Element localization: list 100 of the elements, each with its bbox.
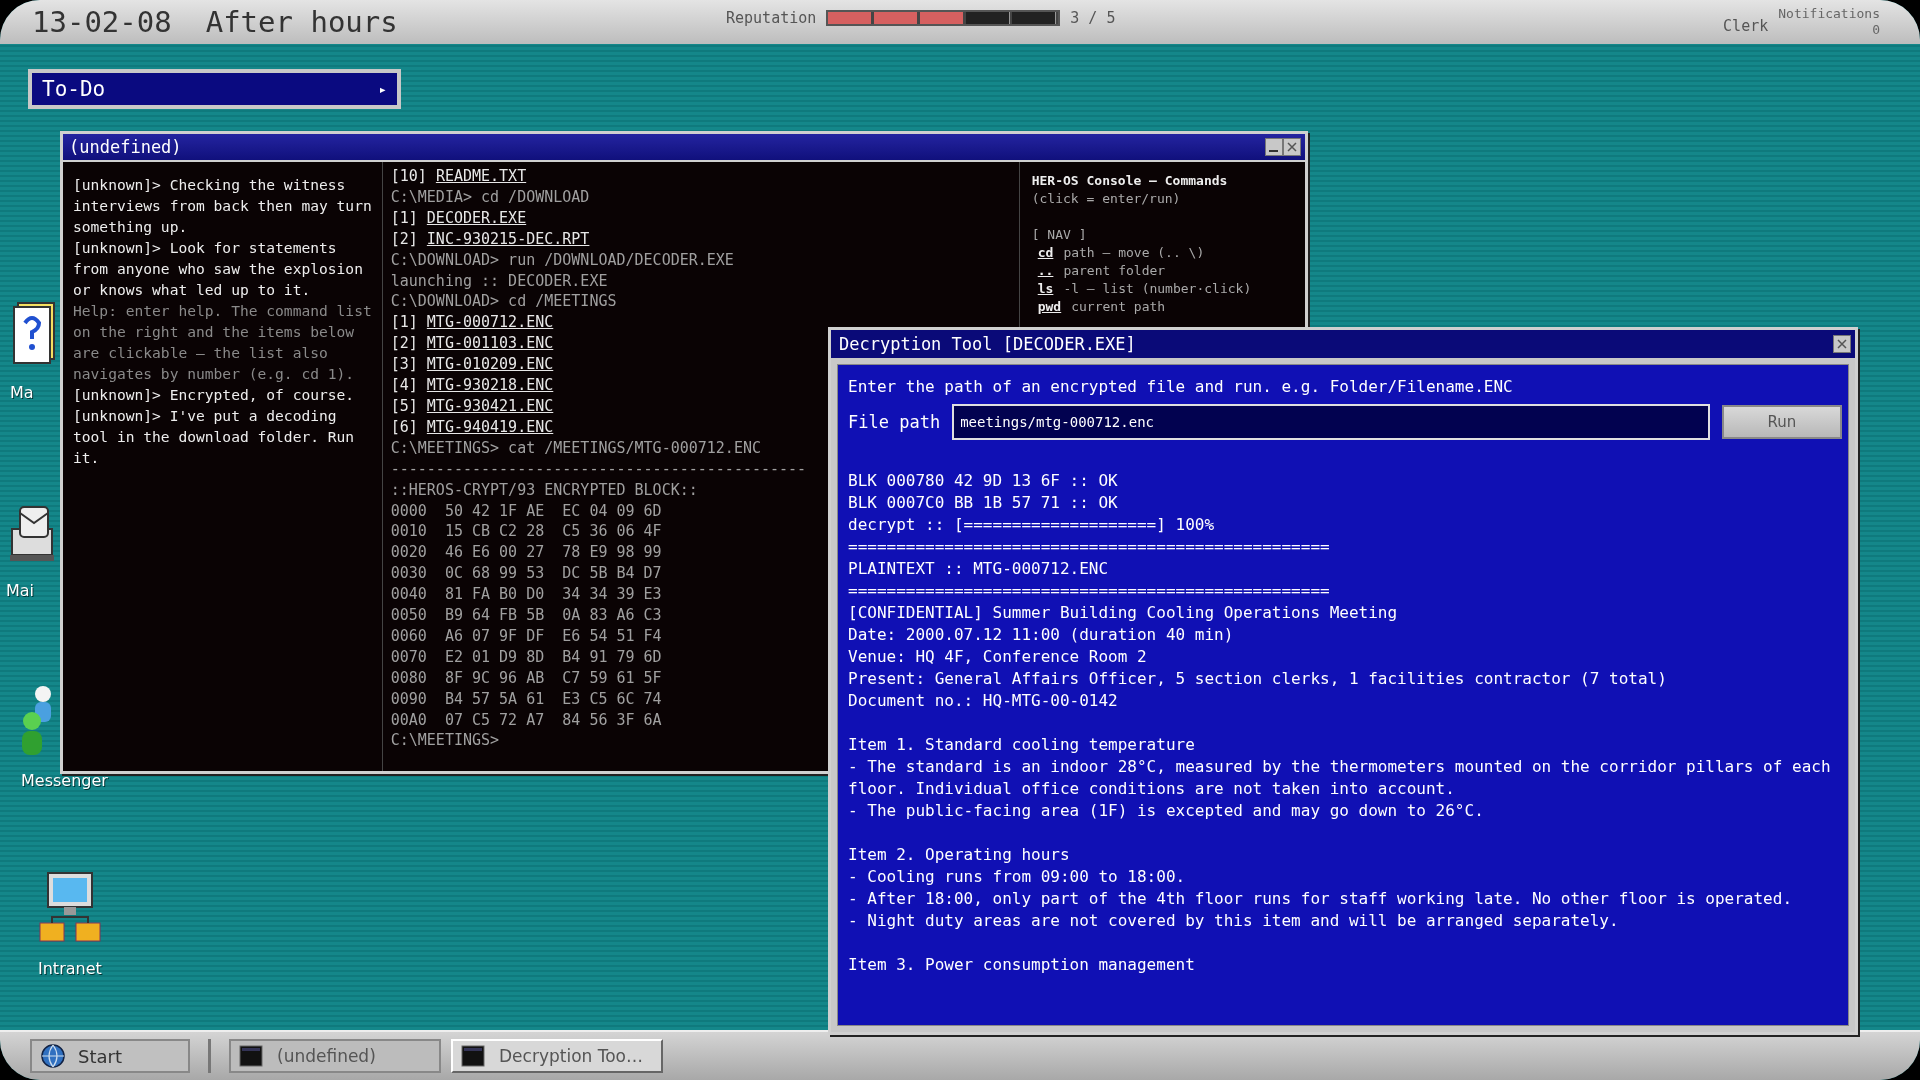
- output-line: Item 1. Standard cooling temperature: [848, 734, 1196, 756]
- network-computer-icon: [38, 871, 102, 943]
- console-line: 0020 46 E6 00 27 78 E9 98 99: [390, 542, 662, 564]
- item-number: [4]: [390, 376, 418, 395]
- chat-message: [unknown]> Checking the witness interviews from back then may turn something up.: [73, 175, 372, 237]
- chat-message: [unknown]> Look for statements from anyone who saw the explosion or knows what led up to it.: [73, 238, 364, 300]
- console-line: 0090 B4 57 5A 61 E3 C5 6C 74: [390, 688, 662, 710]
- output-line: - The standard is an indoor 28°C, measured by the thermometers mounted on the corridor pillars of each floor. Individual office conditions are not taken into account.: [848, 756, 1832, 800]
- role-label: Clerk: [1723, 17, 1769, 35]
- output-line: - Cooling runs from 09:00 to 18:00.: [848, 866, 1187, 888]
- console-line: 0080 8F 9C 96 AB C7 59 61 5F: [390, 667, 662, 689]
- output-line: Item 2. Operating hours: [848, 844, 1071, 866]
- file-link[interactable]: MTG-940419.ENC: [426, 417, 554, 436]
- item-number: [6]: [390, 417, 418, 436]
- console-line: 0000 50 42 1F AE EC 04 09 6D: [390, 500, 662, 522]
- file-link[interactable]: INC-930215-DEC.RPT: [426, 229, 590, 248]
- window-title: (undefined): [69, 137, 183, 157]
- task-label: Decryption Too…: [499, 1046, 643, 1066]
- file-link[interactable]: MTG-010209.ENC: [426, 355, 554, 374]
- notification-count: 0: [1872, 22, 1880, 38]
- console-line: C:\MEETINGS>: [390, 730, 500, 752]
- icon-label: Messenger: [21, 771, 108, 790]
- file-link[interactable]: DECODER.EXE: [426, 208, 527, 227]
- file-link[interactable]: MTG-001103.ENC: [426, 334, 554, 353]
- todo-bar[interactable]: To-Do ▸: [28, 69, 401, 109]
- file-link[interactable]: MTG-000712.ENC: [426, 313, 554, 332]
- output-line: Present: General Affairs Officer, 5 section clerks, 1 facilities contractor (7 total): [848, 668, 1668, 690]
- window-title: Decryption Tool [DECODER.EXE]: [839, 334, 1137, 354]
- console-line: C:\DOWNLOAD> cd /MEETINGS: [390, 291, 617, 313]
- file-path-field[interactable]: meetings/mtg-000712.enc: [952, 404, 1710, 440]
- close-icon: [1283, 138, 1301, 156]
- output-line: ==================================================: [848, 536, 1331, 558]
- command-link[interactable]: ..: [1037, 262, 1054, 280]
- console-line: 0040 81 FA B0 D0 34 34 39 E3: [390, 584, 662, 606]
- terminal-icon: [461, 1045, 485, 1067]
- taskbar-button[interactable]: (undefined): [229, 1039, 441, 1073]
- people-icon: [21, 685, 52, 755]
- output-line: Venue: HQ 4F, Conference Room 2: [848, 646, 1148, 668]
- output-line: decrypt :: [====================] 100%: [848, 514, 1216, 536]
- output-line: ==================================================: [848, 580, 1331, 602]
- close-icon: [1833, 335, 1851, 353]
- item-number: [1]: [390, 313, 418, 332]
- start-label: Start: [78, 1045, 122, 1067]
- command-link[interactable]: ls: [1037, 280, 1054, 298]
- item-number: [2]: [390, 229, 418, 248]
- command-description: path — move (.. \): [1063, 244, 1205, 262]
- command-description: current path: [1071, 298, 1166, 316]
- run-button[interactable]: Run: [1722, 405, 1842, 439]
- commands-title: HER-OS Console — Commands: [1031, 172, 1229, 190]
- item-number: [1]: [390, 208, 418, 227]
- file-link[interactable]: MTG-930421.ENC: [426, 396, 554, 415]
- chat-message: [unknown]> I've put a decoding tool in the download folder. Run it.: [73, 406, 356, 468]
- field-label: File path: [848, 412, 941, 432]
- console-line: ----------------------------------------------: [390, 458, 807, 480]
- file-link[interactable]: MTG-930218.ENC: [426, 376, 554, 395]
- minimize-icon: [1265, 138, 1283, 156]
- date-label: 13-02-08: [32, 5, 172, 39]
- console-line: 0060 A6 07 9F DF E6 54 51 F4: [390, 625, 662, 647]
- instruction-text: Enter the path of an encrypted file and run. e.g. Folder/Filename.ENC: [847, 376, 1514, 398]
- console-line: 00A0 07 C5 72 A7 84 56 3F 6A: [390, 709, 662, 731]
- command-description: parent folder: [1063, 262, 1166, 280]
- task-label: (undefined): [277, 1046, 376, 1066]
- todo-title: To-Do: [42, 77, 106, 101]
- arrow-icon: ▸: [378, 81, 387, 97]
- section-label: [ NAV ]: [1031, 226, 1088, 244]
- reputation-label: Reputation: [726, 9, 817, 27]
- icon-label: Ma: [10, 383, 34, 402]
- item-number: [5]: [390, 396, 418, 415]
- file-link[interactable]: README.TXT: [435, 167, 527, 185]
- help-text: Help: enter help. The command list on the right and the items below are clickable — the list also navigates by number (e.g. cd 1).: [73, 301, 372, 384]
- notifications-label[interactable]: Notifications: [1778, 6, 1880, 22]
- book-icon: [10, 299, 58, 367]
- item-number: [10]: [390, 167, 427, 185]
- start-button[interactable]: Start: [30, 1039, 190, 1073]
- console-line: C:\MEDIA> cd /DOWNLOAD: [390, 186, 590, 208]
- console-line: launching :: DECODER.EXE: [390, 270, 608, 292]
- console-line: 0070 E2 01 D9 8D B4 91 79 6D: [390, 646, 662, 668]
- console-line: C:\MEETINGS> cat /MEETINGS/MTG-000712.ENC: [390, 437, 761, 459]
- command-link[interactable]: cd: [1037, 244, 1054, 262]
- icon-label: Mai: [6, 581, 35, 600]
- output-line: - After 18:00, only part of the 4th floor runs for staff working late. No other floor is operated.: [848, 888, 1793, 910]
- chat-message: [unknown]> Encrypted, of course.: [73, 385, 356, 405]
- console-line: ::HEROS-CRYPT/93 ENCRYPTED BLOCK::: [390, 479, 698, 501]
- item-number: [2]: [390, 334, 418, 353]
- output-line: Document no.: HQ-MTG-00-0142: [848, 690, 1119, 712]
- output-line: Item 3. Power consumption management: [848, 954, 1196, 976]
- command-link[interactable]: pwd: [1037, 298, 1062, 316]
- output-line: PLAINTEXT :: MTG-000712.ENC: [848, 558, 1110, 580]
- commands-hint: (click = enter/run): [1031, 190, 1182, 208]
- terminal-icon: [239, 1045, 263, 1067]
- output-line: BLK 0007C0 BB 1B 57 71 :: OK: [848, 492, 1119, 514]
- output-line: - The public-facing area (1F) is excepted and may go down to 26°C.: [848, 800, 1485, 822]
- time-of-day-label: After hours: [205, 5, 398, 39]
- output-line: Date: 2000.07.12 11:00 (duration 40 min): [848, 624, 1235, 646]
- output-line: [CONFIDENTIAL] Summer Building Cooling Operations Meeting: [848, 602, 1399, 624]
- console-line: 0050 B9 64 FB 5B 0A 83 A6 C3: [390, 605, 662, 626]
- console-line: C:\DOWNLOAD> run /DOWNLOAD/DECODER.EXE: [390, 249, 734, 271]
- taskbar-button[interactable]: Decryption Too…: [451, 1039, 663, 1073]
- console-line: 0010 15 CB C2 28 C5 36 06 4F: [390, 521, 662, 543]
- output-line: BLK 000780 42 9D 13 6F :: OK: [848, 470, 1119, 492]
